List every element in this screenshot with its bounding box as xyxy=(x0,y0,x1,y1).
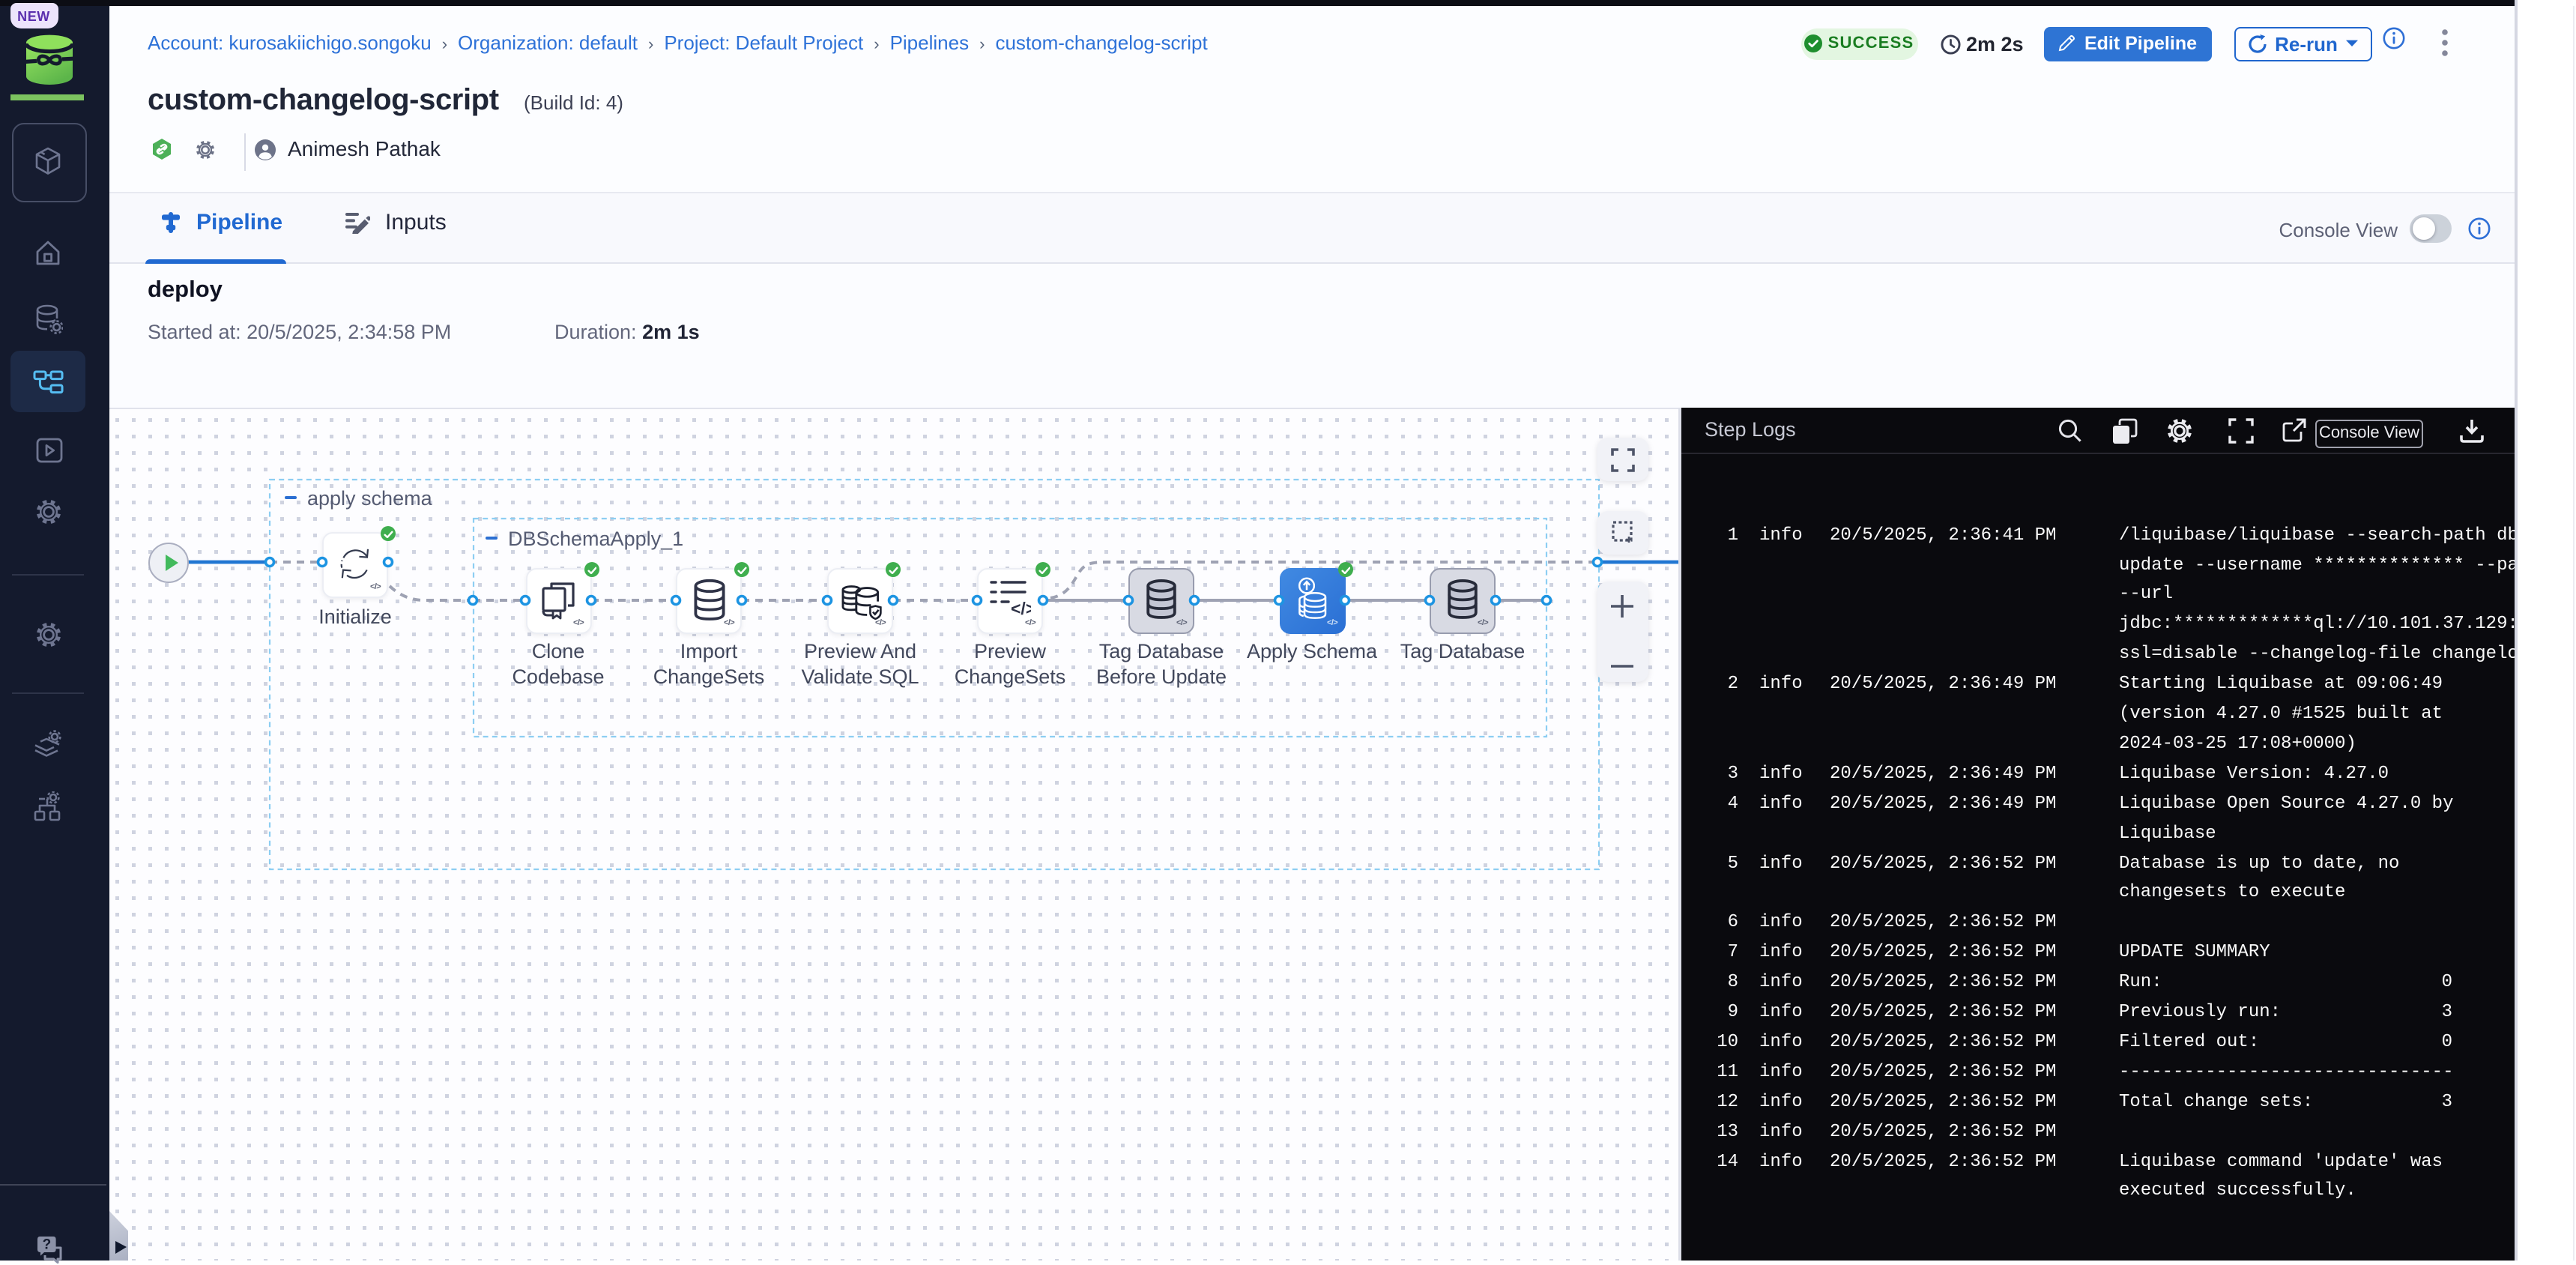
svg-text:?: ? xyxy=(43,1237,52,1252)
